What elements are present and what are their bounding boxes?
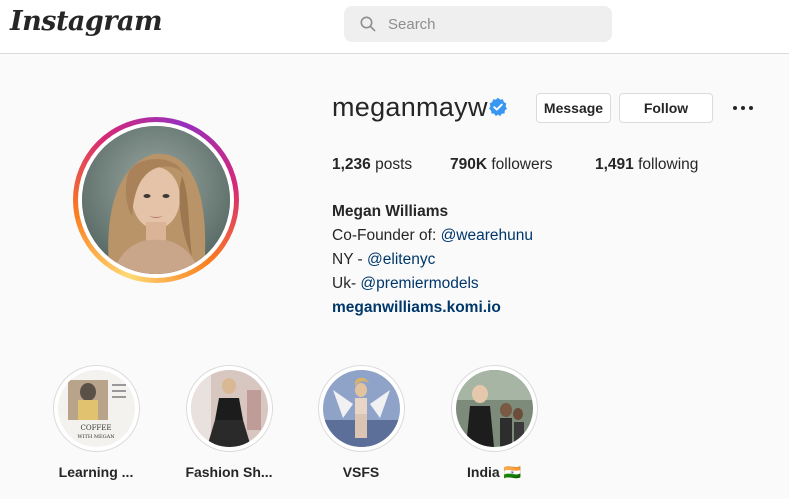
highlight-cover-text: COFFEE bbox=[80, 424, 111, 432]
following-number: 1,491 bbox=[595, 156, 634, 173]
bio-mention-link[interactable]: @elitenyc bbox=[367, 251, 435, 268]
instagram-logo[interactable]: Instagram bbox=[10, 6, 163, 37]
dot bbox=[733, 106, 737, 110]
story-highlight[interactable]: COFFEE WITH MEGAN Learning ... bbox=[51, 365, 141, 480]
dot bbox=[749, 106, 753, 110]
highlight-label: Learning ... bbox=[58, 464, 134, 480]
highlight-label: VSFS bbox=[342, 464, 380, 480]
highlight-ring bbox=[185, 365, 273, 452]
bio-line: NY - @elitenyc bbox=[332, 248, 533, 272]
profile-full-name: Megan Williams bbox=[332, 203, 449, 220]
avatar bbox=[82, 126, 230, 274]
highlight-label: India 🇮🇳 bbox=[467, 464, 521, 480]
dot bbox=[741, 106, 745, 110]
highlight-cover-image: COFFEE WITH MEGAN bbox=[57, 370, 135, 447]
search-box[interactable] bbox=[344, 6, 612, 42]
bio-mention-link[interactable]: @premiermodels bbox=[360, 275, 478, 292]
more-options-icon[interactable] bbox=[730, 98, 756, 118]
story-highlight[interactable]: Fashion Sh... bbox=[184, 365, 274, 480]
avatar-portrait-image bbox=[82, 126, 230, 274]
avatar-ring-gap bbox=[78, 122, 234, 278]
message-button[interactable]: Message bbox=[536, 93, 611, 123]
profile-avatar-story-ring[interactable] bbox=[73, 117, 239, 283]
profile-bio: Megan Williams Co-Founder of: @wearehunu… bbox=[332, 200, 533, 320]
story-highlight[interactable]: VSFS bbox=[316, 365, 406, 480]
story-highlight[interactable]: India 🇮🇳 bbox=[449, 365, 539, 480]
highlight-cover-text: WITH MEGAN bbox=[77, 434, 115, 440]
verified-badge-icon bbox=[489, 97, 507, 117]
bio-mention-link[interactable]: @wearehunu bbox=[441, 227, 533, 244]
bio-text: Co-Founder of: bbox=[332, 227, 441, 244]
bio-line: Co-Founder of: @wearehunu bbox=[332, 224, 533, 248]
followers-label: followers bbox=[491, 156, 553, 173]
following-label: following bbox=[638, 156, 699, 173]
highlight-cover-image bbox=[190, 370, 268, 447]
search-input[interactable] bbox=[388, 15, 588, 33]
highlight-ring bbox=[317, 365, 405, 452]
posts-number: 1,236 bbox=[332, 156, 371, 173]
follow-button[interactable]: Follow bbox=[619, 93, 713, 123]
profile-username: meganmayw bbox=[332, 92, 488, 122]
search-icon bbox=[360, 16, 376, 32]
posts-label: posts bbox=[375, 156, 413, 173]
followers-number: 790K bbox=[450, 156, 488, 173]
bio-line: meganwilliams.komi.io bbox=[332, 296, 533, 320]
top-navigation-bar: Instagram bbox=[0, 0, 789, 54]
followers-count[interactable]: 790K followers bbox=[450, 156, 553, 174]
bio-text: Uk- bbox=[332, 275, 361, 292]
bio-text: NY - bbox=[332, 251, 368, 268]
bio-line: Uk- @premiermodels bbox=[332, 272, 533, 296]
following-count[interactable]: 1,491 following bbox=[595, 156, 698, 174]
website-link[interactable]: meganwilliams.komi.io bbox=[332, 299, 501, 316]
highlight-cover-image bbox=[322, 370, 400, 447]
posts-count: 1,236 posts bbox=[332, 156, 412, 174]
highlight-ring bbox=[450, 365, 538, 452]
highlight-cover-image bbox=[455, 370, 533, 447]
highlight-ring: COFFEE WITH MEGAN bbox=[52, 365, 140, 452]
highlight-label: Fashion Sh... bbox=[185, 464, 273, 480]
